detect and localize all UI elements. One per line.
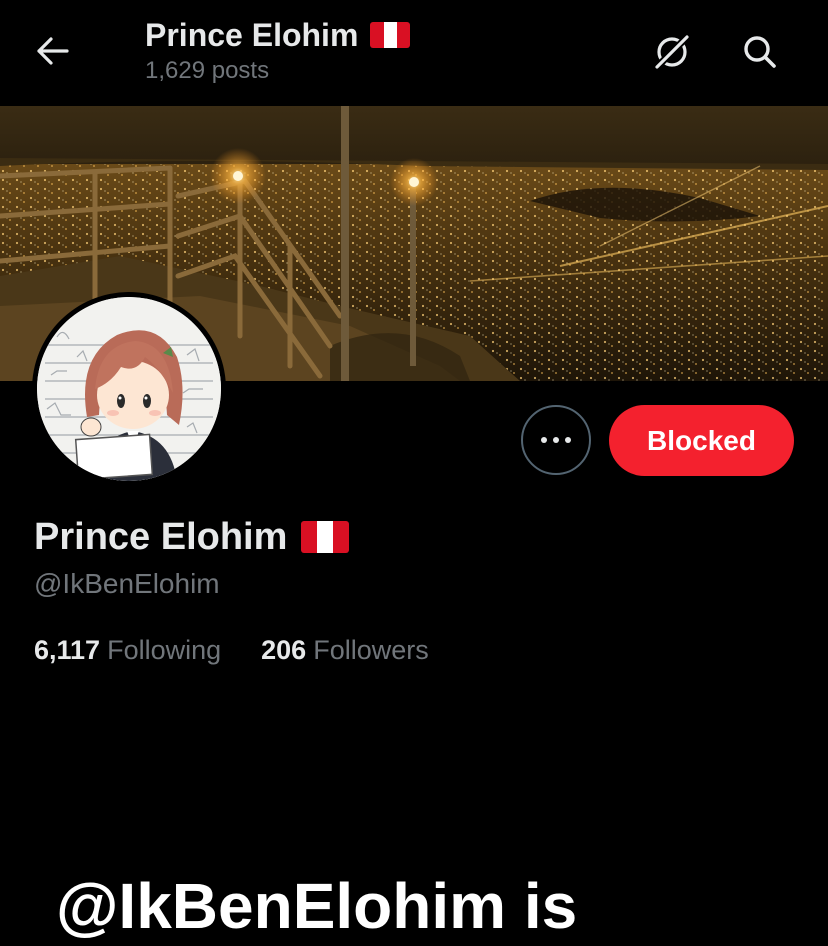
profile-display-name: Prince Elohim	[34, 514, 350, 560]
caption-overlay-text: @IkBenElohim is	[56, 870, 578, 942]
profile-handle: @IkBenElohim	[34, 568, 220, 599]
arrow-left-icon	[36, 36, 70, 71]
header-title-text: Prince Elohim	[145, 17, 359, 53]
avatar-image	[37, 297, 221, 481]
more-horizontal-icon	[540, 431, 572, 449]
profile-header-bar: Prince Elohim 1,629 posts	[0, 0, 828, 106]
header-title: Prince Elohim	[145, 14, 411, 56]
grok-button[interactable]	[648, 30, 696, 78]
header-posts-count: 1,629 posts	[145, 57, 270, 84]
following-label: Following	[107, 635, 222, 665]
profile-stats: 6,117 Following 206 Followers	[34, 632, 429, 668]
followers-link[interactable]: 206 Followers	[261, 632, 429, 668]
header-title-block: Prince Elohim 1,629 posts	[145, 14, 411, 86]
grok-icon	[652, 32, 692, 77]
profile-avatar[interactable]	[32, 292, 226, 486]
back-button[interactable]	[30, 30, 76, 76]
search-button[interactable]	[736, 30, 784, 78]
peru-flag-icon	[370, 22, 411, 48]
peru-flag-icon	[301, 521, 350, 553]
more-options-button[interactable]	[521, 405, 591, 475]
search-icon	[741, 33, 779, 76]
followers-label: Followers	[313, 635, 429, 665]
blocked-button[interactable]: Blocked	[609, 405, 794, 476]
following-link[interactable]: 6,117 Following	[34, 632, 221, 668]
display-name-text: Prince Elohim	[34, 516, 288, 558]
following-count: 6,117	[34, 635, 101, 665]
followers-count: 206	[261, 635, 307, 665]
